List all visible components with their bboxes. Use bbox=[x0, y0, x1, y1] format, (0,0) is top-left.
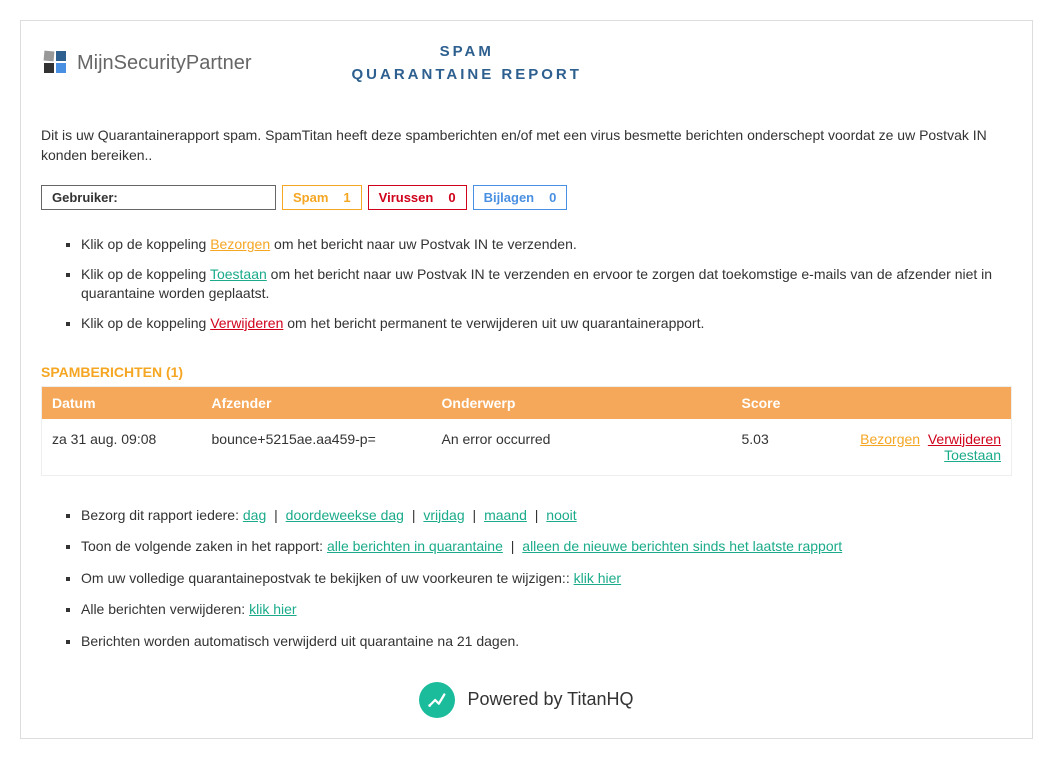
allow-link[interactable]: Toestaan bbox=[210, 266, 267, 282]
virus-count: 0 bbox=[448, 190, 455, 205]
prefs-link[interactable]: klik hier bbox=[574, 570, 621, 586]
table-header-row: Datum Afzender Onderwerp Score bbox=[42, 386, 1012, 419]
logo: MijnSecurityPartner bbox=[41, 48, 252, 79]
text: Om uw volledige quarantainepostvak te be… bbox=[81, 570, 574, 586]
freq-day[interactable]: dag bbox=[243, 507, 266, 523]
spam-label: Spam bbox=[293, 190, 328, 205]
instructions-list: Klik op de koppeling Bezorgen om het ber… bbox=[21, 235, 1032, 333]
show-option: Toon de volgende zaken in het rapport: a… bbox=[81, 537, 1012, 557]
spam-count-box: Spam 1 bbox=[282, 185, 362, 210]
instruction-allow: Klik op de koppeling Toestaan om het ber… bbox=[81, 265, 1012, 304]
text: Klik op de koppeling bbox=[81, 315, 210, 331]
footer-options: Bezorg dit rapport iedere: dag | doordew… bbox=[21, 506, 1032, 652]
prefs-option: Om uw volledige quarantainepostvak te be… bbox=[81, 569, 1012, 589]
spam-table: Datum Afzender Onderwerp Score za 31 aug… bbox=[41, 386, 1012, 476]
titanhq-icon bbox=[419, 682, 455, 718]
delete-link[interactable]: Verwijderen bbox=[210, 315, 283, 331]
intro-text: Dit is uw Quarantainerapport spam. SpamT… bbox=[21, 126, 1032, 165]
col-date: Datum bbox=[42, 386, 202, 419]
instruction-deliver: Klik op de koppeling Bezorgen om het ber… bbox=[81, 235, 1012, 255]
cell-subject: An error occurred bbox=[432, 419, 732, 476]
separator: | bbox=[535, 507, 539, 523]
powered-text: Powered by TitanHQ bbox=[467, 689, 633, 710]
report-title: SPAM QUARANTAINE REPORT bbox=[352, 41, 582, 86]
separator: | bbox=[274, 507, 278, 523]
col-sender: Afzender bbox=[202, 386, 432, 419]
table-row: za 31 aug. 09:08 bounce+5215ae.aa459-p= … bbox=[42, 419, 1012, 476]
auto-delete-note: Berichten worden automatisch verwijderd … bbox=[81, 632, 1012, 652]
report-container: MijnSecurityPartner SPAM QUARANTAINE REP… bbox=[20, 20, 1033, 739]
virus-count-box: Virussen 0 bbox=[368, 185, 467, 210]
attach-count: 0 bbox=[549, 190, 556, 205]
separator: | bbox=[412, 507, 416, 523]
cell-score: 5.03 bbox=[732, 419, 832, 476]
deliver-link[interactable]: Bezorgen bbox=[210, 236, 270, 252]
row-allow-link[interactable]: Toestaan bbox=[944, 447, 1001, 463]
row-deliver-link[interactable]: Bezorgen bbox=[860, 431, 920, 447]
separator: | bbox=[511, 538, 515, 554]
title-line1: SPAM bbox=[352, 41, 582, 64]
powered-by: Powered by TitanHQ bbox=[21, 682, 1032, 718]
separator: | bbox=[473, 507, 477, 523]
spam-section-title: SPAMBERICHTEN (1) bbox=[21, 364, 1032, 380]
user-box: Gebruiker: bbox=[41, 185, 276, 210]
spam-count: 1 bbox=[343, 190, 350, 205]
freq-never[interactable]: nooit bbox=[546, 507, 576, 523]
col-score: Score bbox=[732, 386, 832, 419]
delete-all-option: Alle berichten verwijderen: klik hier bbox=[81, 600, 1012, 620]
user-label: Gebruiker: bbox=[52, 190, 118, 205]
text: Klik op de koppeling bbox=[81, 266, 210, 282]
show-all[interactable]: alle berichten in quarantaine bbox=[327, 538, 503, 554]
freq-month[interactable]: maand bbox=[484, 507, 527, 523]
text: om het bericht permanent te verwijderen … bbox=[283, 315, 704, 331]
title-line2: QUARANTAINE REPORT bbox=[352, 64, 582, 87]
text: Toon de volgende zaken in het rapport: bbox=[81, 538, 327, 554]
instruction-delete: Klik op de koppeling Verwijderen om het … bbox=[81, 314, 1012, 334]
text: Bezorg dit rapport iedere: bbox=[81, 507, 243, 523]
attach-label: Bijlagen bbox=[484, 190, 535, 205]
text: om het bericht naar uw Postvak IN te ver… bbox=[270, 236, 577, 252]
virus-label: Virussen bbox=[379, 190, 434, 205]
show-new[interactable]: alleen de nieuwe berichten sinds het laa… bbox=[522, 538, 842, 554]
delete-all-link[interactable]: klik hier bbox=[249, 601, 296, 617]
freq-friday[interactable]: vrijdag bbox=[423, 507, 464, 523]
cell-sender: bounce+5215ae.aa459-p= bbox=[202, 419, 432, 476]
cell-date: za 31 aug. 09:08 bbox=[42, 419, 202, 476]
freq-weekday[interactable]: doordeweekse dag bbox=[286, 507, 404, 523]
cell-actions: Bezorgen Verwijderen Toestaan bbox=[832, 419, 1012, 476]
row-delete-link[interactable]: Verwijderen bbox=[928, 431, 1001, 447]
col-actions bbox=[832, 386, 1012, 419]
stats-row: Gebruiker: Spam 1 Virussen 0 Bijlagen 0 bbox=[21, 185, 1032, 210]
logo-text: MijnSecurityPartner bbox=[77, 52, 252, 75]
frequency-option: Bezorg dit rapport iedere: dag | doordew… bbox=[81, 506, 1012, 526]
logo-icon bbox=[41, 48, 69, 79]
text: Klik op de koppeling bbox=[81, 236, 210, 252]
col-subject: Onderwerp bbox=[432, 386, 732, 419]
text: Alle berichten verwijderen: bbox=[81, 601, 249, 617]
header: MijnSecurityPartner SPAM QUARANTAINE REP… bbox=[21, 41, 1032, 86]
attachment-count-box: Bijlagen 0 bbox=[473, 185, 568, 210]
